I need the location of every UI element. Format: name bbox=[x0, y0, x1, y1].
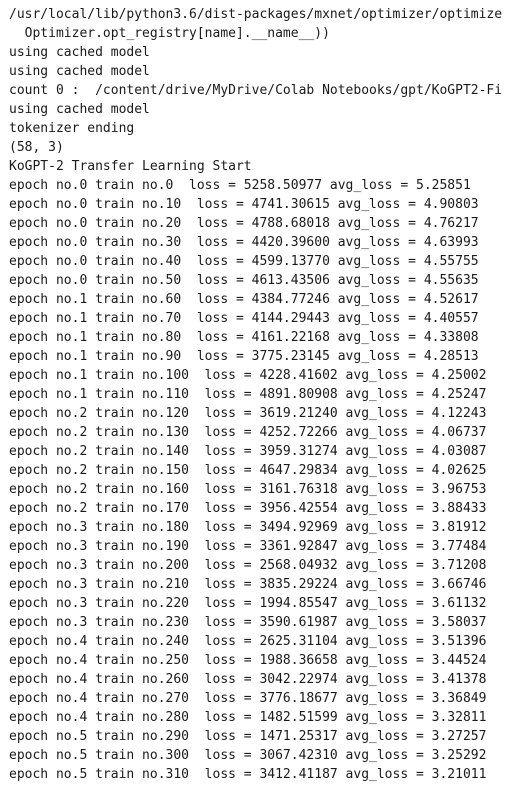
training-log-line: epoch no.4 train no.280 loss = 1482.5159… bbox=[9, 710, 487, 725]
training-log-line: epoch no.0 train no.30 loss = 4420.39600… bbox=[9, 235, 479, 250]
training-log-line: epoch no.1 train no.80 loss = 4161.22168… bbox=[9, 330, 479, 345]
training-log-line: epoch no.5 train no.300 loss = 3067.4231… bbox=[9, 748, 487, 763]
console-line: tokenizer ending bbox=[9, 121, 135, 136]
training-log-line: epoch no.2 train no.120 loss = 3619.2124… bbox=[9, 406, 487, 421]
training-log-line: epoch no.0 train no.40 loss = 4599.13770… bbox=[9, 254, 479, 269]
console-line-warning-detail: Optimizer.opt_registry[name].__name__)) bbox=[9, 26, 330, 41]
training-log-line: epoch no.3 train no.210 loss = 3835.2922… bbox=[9, 577, 487, 592]
training-log-line: epoch no.4 train no.250 loss = 1988.3665… bbox=[9, 653, 487, 668]
console-output: /usr/local/lib/python3.6/dist-packages/m… bbox=[0, 0, 513, 786]
training-log-line: epoch no.5 train no.310 loss = 3412.4118… bbox=[9, 767, 487, 782]
training-log-line: epoch no.3 train no.200 loss = 2568.0493… bbox=[9, 558, 487, 573]
training-log-line: epoch no.5 train no.290 loss = 1471.2531… bbox=[9, 729, 487, 744]
console-line-count: count 0 : /content/drive/MyDrive/Colab N… bbox=[9, 83, 503, 98]
training-log-line: epoch no.3 train no.180 loss = 3494.9296… bbox=[9, 520, 487, 535]
training-log-line: epoch no.4 train no.260 loss = 3042.2297… bbox=[9, 672, 487, 687]
training-log-line: epoch no.0 train no.10 loss = 4741.30615… bbox=[9, 197, 479, 212]
training-log-line: epoch no.1 train no.110 loss = 4891.8090… bbox=[9, 387, 487, 402]
console-line: using cached model bbox=[9, 102, 150, 117]
training-log-line: epoch no.0 train no.0 loss = 5258.50977 … bbox=[9, 178, 471, 193]
training-log-line: epoch no.4 train no.270 loss = 3776.1867… bbox=[9, 691, 487, 706]
training-log-line: epoch no.2 train no.150 loss = 4647.2983… bbox=[9, 463, 487, 478]
training-log-line: epoch no.3 train no.220 loss = 1994.8554… bbox=[9, 596, 487, 611]
console-line-warning-path: /usr/local/lib/python3.6/dist-packages/m… bbox=[9, 7, 503, 22]
training-log-line: epoch no.2 train no.140 loss = 3959.3127… bbox=[9, 444, 487, 459]
console-line-shape: (58, 3) bbox=[9, 140, 64, 155]
training-log-line: epoch no.3 train no.230 loss = 3590.6198… bbox=[9, 615, 487, 630]
training-log-line: epoch no.2 train no.130 loss = 4252.7226… bbox=[9, 425, 487, 440]
training-log-line: epoch no.1 train no.100 loss = 4228.4160… bbox=[9, 368, 487, 383]
training-log-line: epoch no.0 train no.20 loss = 4788.68018… bbox=[9, 216, 479, 231]
console-line-start: KoGPT-2 Transfer Learning Start bbox=[9, 159, 252, 174]
training-log-line: epoch no.1 train no.70 loss = 4144.29443… bbox=[9, 311, 479, 326]
training-log-line: epoch no.0 train no.50 loss = 4613.43506… bbox=[9, 273, 479, 288]
training-log-line: epoch no.1 train no.90 loss = 3775.23145… bbox=[9, 349, 479, 364]
training-log-line: epoch no.2 train no.160 loss = 3161.7631… bbox=[9, 482, 487, 497]
training-log-line: epoch no.1 train no.60 loss = 4384.77246… bbox=[9, 292, 479, 307]
console-line: using cached model bbox=[9, 64, 150, 79]
console-line: using cached model bbox=[9, 45, 150, 60]
training-log-line: epoch no.4 train no.240 loss = 2625.3110… bbox=[9, 634, 487, 649]
training-log-line: epoch no.3 train no.190 loss = 3361.9284… bbox=[9, 539, 487, 554]
training-log-line: epoch no.2 train no.170 loss = 3956.4255… bbox=[9, 501, 487, 516]
